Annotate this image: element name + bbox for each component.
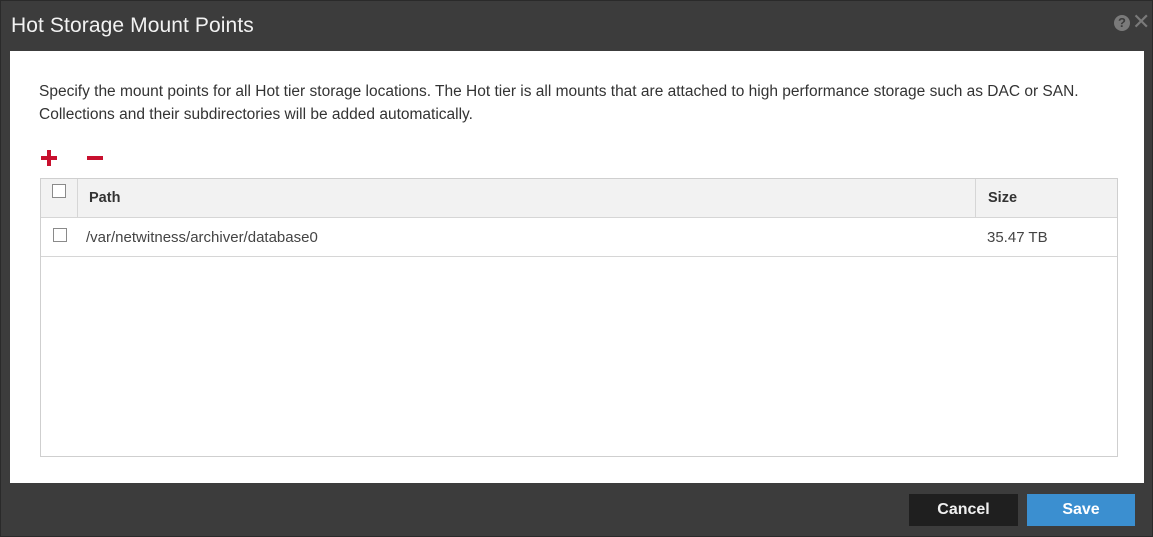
column-header-size[interactable]: Size: [988, 190, 1017, 206]
row-checkbox[interactable]: [53, 228, 67, 242]
plus-icon[interactable]: [40, 149, 58, 167]
table-header: Path Size: [41, 179, 1117, 218]
dialog-body: Specify the mount points for all Hot tie…: [10, 51, 1144, 483]
dialog-footer: Cancel Save: [1, 483, 1152, 536]
description-text: Specify the mount points for all Hot tie…: [39, 83, 1079, 123]
column-divider: [975, 179, 976, 217]
minus-icon[interactable]: [86, 149, 104, 167]
select-all-column: [41, 179, 78, 217]
cancel-button[interactable]: Cancel: [909, 494, 1018, 526]
hot-storage-mount-points-dialog: Hot Storage Mount Points ? ✕ Specify the…: [0, 0, 1153, 537]
save-button[interactable]: Save: [1027, 494, 1135, 526]
table-row[interactable]: /var/netwitness/archiver/database0 35.47…: [41, 218, 1117, 257]
column-header-path[interactable]: Path: [89, 190, 120, 206]
close-icon[interactable]: ✕: [1132, 11, 1150, 33]
dialog-titlebar: Hot Storage Mount Points ? ✕: [1, 1, 1152, 51]
select-all-checkbox[interactable]: [52, 184, 66, 198]
help-icon[interactable]: ?: [1114, 15, 1130, 31]
row-path: /var/netwitness/archiver/database0: [86, 229, 318, 246]
dialog-title: Hot Storage Mount Points: [11, 14, 254, 37]
row-size: 35.47 TB: [987, 229, 1048, 246]
mount-points-table: Path Size /var/netwitness/archiver/datab…: [40, 178, 1118, 457]
